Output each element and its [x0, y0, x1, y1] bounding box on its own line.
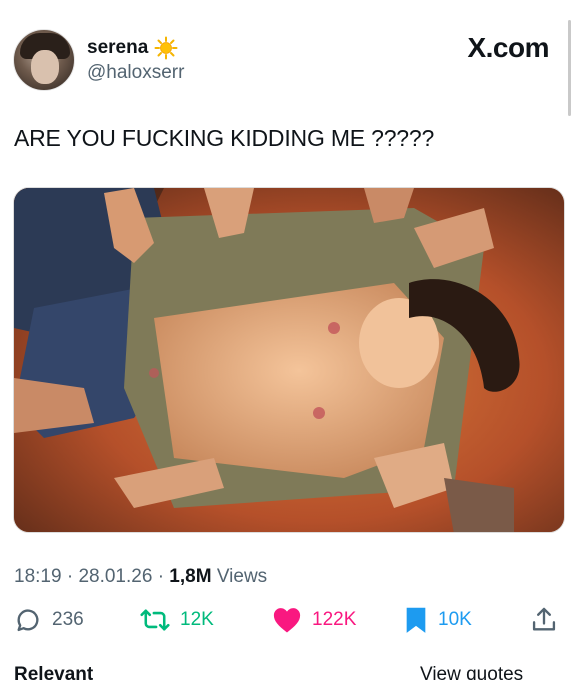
tweet-time[interactable]: 18:19: [14, 566, 62, 587]
reply-button[interactable]: 236: [14, 606, 84, 634]
bookmark-icon: [404, 606, 428, 634]
bookmark-count: 10K: [438, 609, 472, 630]
views-count: 1,8M: [169, 566, 212, 587]
tweet-date[interactable]: 28.01.26: [78, 566, 152, 587]
like-count: 122K: [312, 609, 357, 630]
tweet-text: ARE YOU FUCKING KIDDING ME ?????: [14, 125, 435, 151]
share-button[interactable]: [530, 606, 558, 634]
scrollbar[interactable]: [568, 20, 571, 116]
meta-separator: ·: [157, 566, 170, 587]
meta-separator: ·: [66, 566, 79, 587]
sun-icon: [154, 36, 178, 60]
speech-bubble-icon: [14, 606, 42, 634]
site-logo-text: X.com: [467, 32, 549, 63]
avatar[interactable]: [13, 29, 75, 91]
heart-icon: [272, 606, 302, 634]
bookmark-button[interactable]: 10K: [404, 606, 472, 634]
tweet-meta: 18:19 · 28.01.26 · 1,8M Views: [14, 566, 267, 588]
reply-count: 236: [52, 609, 84, 630]
tweet-photo[interactable]: [13, 187, 565, 533]
author-name[interactable]: serena: [87, 37, 148, 59]
retweet-icon: [140, 606, 170, 634]
like-button[interactable]: 122K: [272, 606, 356, 634]
sort-relevant[interactable]: Relevant: [14, 664, 93, 680]
share-icon: [530, 606, 558, 634]
author-handle[interactable]: @haloxserr: [87, 62, 184, 84]
views-label: Views: [216, 566, 268, 587]
photo-illustration: [14, 188, 564, 532]
tweet-header: serena @haloxserr X.com: [0, 0, 577, 100]
retweet-count: 12K: [180, 609, 214, 630]
action-bar: 236 12K 122K 10K: [0, 606, 577, 646]
view-quotes-link[interactable]: View quotes: [420, 664, 523, 680]
retweet-button[interactable]: 12K: [140, 606, 214, 634]
reply-sort-row: Relevant View quotes: [0, 664, 577, 680]
author-name-row[interactable]: serena: [87, 36, 178, 60]
